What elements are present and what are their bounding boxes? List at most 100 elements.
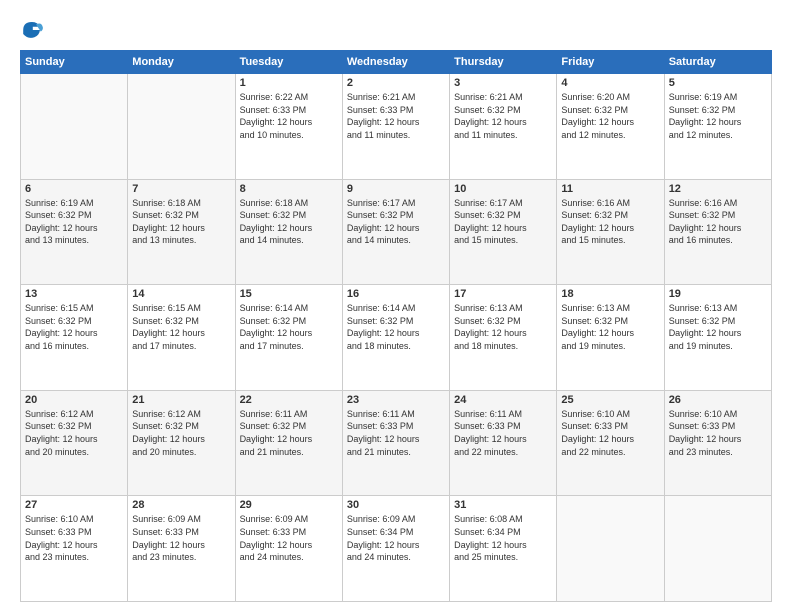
day-info: Sunrise: 6:15 AM Sunset: 6:32 PM Dayligh… xyxy=(25,302,123,352)
calendar-cell: 31Sunrise: 6:08 AM Sunset: 6:34 PM Dayli… xyxy=(450,496,557,602)
calendar-cell: 4 Sunrise: 6:20 AM Sunset: 6:32 PM Daylig… xyxy=(557,74,664,180)
day-info: Sunrise: 6:13 AM Sunset: 6:32 PM Dayligh… xyxy=(561,302,659,352)
day-number: 10 xyxy=(454,183,552,195)
day-number: 14 xyxy=(132,288,230,300)
day-number: 1 xyxy=(240,77,338,89)
weekday-header-tuesday: Tuesday xyxy=(235,51,342,74)
day-number: 3 xyxy=(454,77,552,89)
day-info: Sunrise: 6:18 AM Sunset: 6:32 PM Dayligh… xyxy=(240,197,338,247)
day-number: 6 xyxy=(25,183,123,195)
day-number: 26 xyxy=(669,394,767,406)
day-info: Sunrise: 6:13 AM Sunset: 6:32 PM Dayligh… xyxy=(669,302,767,352)
day-info: Sunrise: 6:12 AM Sunset: 6:32 PM Dayligh… xyxy=(25,408,123,458)
page: SundayMondayTuesdayWednesdayThursdayFrid… xyxy=(0,0,792,612)
weekday-header-friday: Friday xyxy=(557,51,664,74)
calendar-cell xyxy=(128,74,235,180)
day-number: 15 xyxy=(240,288,338,300)
calendar-cell: 10 Sunrise: 6:17 AM Sunset: 6:32 PM Dayli… xyxy=(450,179,557,285)
day-info: Sunrise: 6:14 AM Sunset: 6:32 PM Dayligh… xyxy=(347,302,445,352)
day-info: Sunrise: 6:17 AM Sunset: 6:32 PM Dayligh… xyxy=(454,197,552,247)
calendar-cell: 15 Sunrise: 6:14 AM Sunset: 6:32 PM Dayli… xyxy=(235,285,342,391)
day-info: Sunrise: 6:16 AM Sunset: 6:32 PM Dayligh… xyxy=(669,197,767,247)
day-info: Sunrise: 6:11 AM Sunset: 6:33 PM Dayligh… xyxy=(347,408,445,458)
day-info: Sunrise: 6:20 AM Sunset: 6:32 PM Dayligh… xyxy=(561,91,659,141)
calendar-cell: 17 Sunrise: 6:13 AM Sunset: 6:32 PM Dayli… xyxy=(450,285,557,391)
day-info: Sunrise: 6:12 AM Sunset: 6:32 PM Dayligh… xyxy=(132,408,230,458)
day-info: Sunrise: 6:22 AM Sunset: 6:33 PM Dayligh… xyxy=(240,91,338,141)
day-number: 27 xyxy=(25,499,123,511)
day-number: 9 xyxy=(347,183,445,195)
day-info: Sunrise: 6:11 AM Sunset: 6:33 PM Dayligh… xyxy=(454,408,552,458)
day-number: 8 xyxy=(240,183,338,195)
day-info: Sunrise: 6:19 AM Sunset: 6:32 PM Dayligh… xyxy=(25,197,123,247)
calendar-table: SundayMondayTuesdayWednesdayThursdayFrid… xyxy=(20,50,772,602)
day-number: 4 xyxy=(561,77,659,89)
calendar-cell: 5 Sunrise: 6:19 AM Sunset: 6:32 PM Daylig… xyxy=(664,74,771,180)
calendar-cell: 20 Sunrise: 6:12 AM Sunset: 6:32 PM Dayli… xyxy=(21,390,128,496)
calendar-cell: 11 Sunrise: 6:16 AM Sunset: 6:32 PM Dayli… xyxy=(557,179,664,285)
calendar-cell: 9 Sunrise: 6:17 AM Sunset: 6:32 PM Daylig… xyxy=(342,179,449,285)
weekday-header-saturday: Saturday xyxy=(664,51,771,74)
day-info: Sunrise: 6:10 AM Sunset: 6:33 PM Dayligh… xyxy=(561,408,659,458)
week-row-1: 6 Sunrise: 6:19 AM Sunset: 6:32 PM Daylig… xyxy=(21,179,772,285)
day-number: 12 xyxy=(669,183,767,195)
day-number: 17 xyxy=(454,288,552,300)
day-number: 7 xyxy=(132,183,230,195)
day-number: 24 xyxy=(454,394,552,406)
calendar-cell: 28Sunrise: 6:09 AM Sunset: 6:33 PM Dayli… xyxy=(128,496,235,602)
day-number: 5 xyxy=(669,77,767,89)
week-row-0: 1 Sunrise: 6:22 AM Sunset: 6:33 PM Daylig… xyxy=(21,74,772,180)
calendar-cell xyxy=(21,74,128,180)
calendar-cell: 19 Sunrise: 6:13 AM Sunset: 6:32 PM Dayli… xyxy=(664,285,771,391)
calendar-cell xyxy=(557,496,664,602)
weekday-header-sunday: Sunday xyxy=(21,51,128,74)
calendar-cell xyxy=(664,496,771,602)
weekday-header-wednesday: Wednesday xyxy=(342,51,449,74)
calendar-cell: 21 Sunrise: 6:12 AM Sunset: 6:32 PM Dayli… xyxy=(128,390,235,496)
day-info: Sunrise: 6:17 AM Sunset: 6:32 PM Dayligh… xyxy=(347,197,445,247)
day-number: 30 xyxy=(347,499,445,511)
header xyxy=(20,18,772,42)
day-number: 21 xyxy=(132,394,230,406)
day-number: 16 xyxy=(347,288,445,300)
day-number: 23 xyxy=(347,394,445,406)
day-info: Sunrise: 6:21 AM Sunset: 6:32 PM Dayligh… xyxy=(454,91,552,141)
day-info: Sunrise: 6:19 AM Sunset: 6:32 PM Dayligh… xyxy=(669,91,767,141)
weekday-header-row: SundayMondayTuesdayWednesdayThursdayFrid… xyxy=(21,51,772,74)
calendar-cell: 14 Sunrise: 6:15 AM Sunset: 6:32 PM Dayli… xyxy=(128,285,235,391)
day-number: 29 xyxy=(240,499,338,511)
week-row-3: 20 Sunrise: 6:12 AM Sunset: 6:32 PM Dayli… xyxy=(21,390,772,496)
calendar-cell: 12 Sunrise: 6:16 AM Sunset: 6:32 PM Dayli… xyxy=(664,179,771,285)
day-info: Sunrise: 6:21 AM Sunset: 6:33 PM Dayligh… xyxy=(347,91,445,141)
day-info: Sunrise: 6:10 AM Sunset: 6:33 PM Dayligh… xyxy=(25,513,123,563)
calendar-cell: 8 Sunrise: 6:18 AM Sunset: 6:32 PM Daylig… xyxy=(235,179,342,285)
calendar-cell: 7 Sunrise: 6:18 AM Sunset: 6:32 PM Daylig… xyxy=(128,179,235,285)
day-info: Sunrise: 6:13 AM Sunset: 6:32 PM Dayligh… xyxy=(454,302,552,352)
calendar-cell: 18 Sunrise: 6:13 AM Sunset: 6:32 PM Dayli… xyxy=(557,285,664,391)
calendar-cell: 16 Sunrise: 6:14 AM Sunset: 6:32 PM Dayli… xyxy=(342,285,449,391)
week-row-2: 13 Sunrise: 6:15 AM Sunset: 6:32 PM Dayli… xyxy=(21,285,772,391)
day-number: 22 xyxy=(240,394,338,406)
day-number: 20 xyxy=(25,394,123,406)
day-info: Sunrise: 6:14 AM Sunset: 6:32 PM Dayligh… xyxy=(240,302,338,352)
day-number: 2 xyxy=(347,77,445,89)
day-info: Sunrise: 6:15 AM Sunset: 6:32 PM Dayligh… xyxy=(132,302,230,352)
day-info: Sunrise: 6:09 AM Sunset: 6:34 PM Dayligh… xyxy=(347,513,445,563)
day-number: 13 xyxy=(25,288,123,300)
calendar-cell: 24 Sunrise: 6:11 AM Sunset: 6:33 PM Dayli… xyxy=(450,390,557,496)
day-info: Sunrise: 6:11 AM Sunset: 6:32 PM Dayligh… xyxy=(240,408,338,458)
day-info: Sunrise: 6:16 AM Sunset: 6:32 PM Dayligh… xyxy=(561,197,659,247)
logo-icon xyxy=(20,18,44,42)
day-number: 11 xyxy=(561,183,659,195)
day-info: Sunrise: 6:09 AM Sunset: 6:33 PM Dayligh… xyxy=(132,513,230,563)
calendar-cell: 2 Sunrise: 6:21 AM Sunset: 6:33 PM Daylig… xyxy=(342,74,449,180)
day-number: 18 xyxy=(561,288,659,300)
day-info: Sunrise: 6:18 AM Sunset: 6:32 PM Dayligh… xyxy=(132,197,230,247)
calendar-cell: 23 Sunrise: 6:11 AM Sunset: 6:33 PM Dayli… xyxy=(342,390,449,496)
day-number: 19 xyxy=(669,288,767,300)
calendar-cell: 30 Sunrise: 6:09 AM Sunset: 6:34 PM Dayli… xyxy=(342,496,449,602)
calendar-cell: 25Sunrise: 6:10 AM Sunset: 6:33 PM Dayli… xyxy=(557,390,664,496)
calendar-cell: 26Sunrise: 6:10 AM Sunset: 6:33 PM Dayli… xyxy=(664,390,771,496)
weekday-header-thursday: Thursday xyxy=(450,51,557,74)
calendar-cell: 6 Sunrise: 6:19 AM Sunset: 6:32 PM Daylig… xyxy=(21,179,128,285)
